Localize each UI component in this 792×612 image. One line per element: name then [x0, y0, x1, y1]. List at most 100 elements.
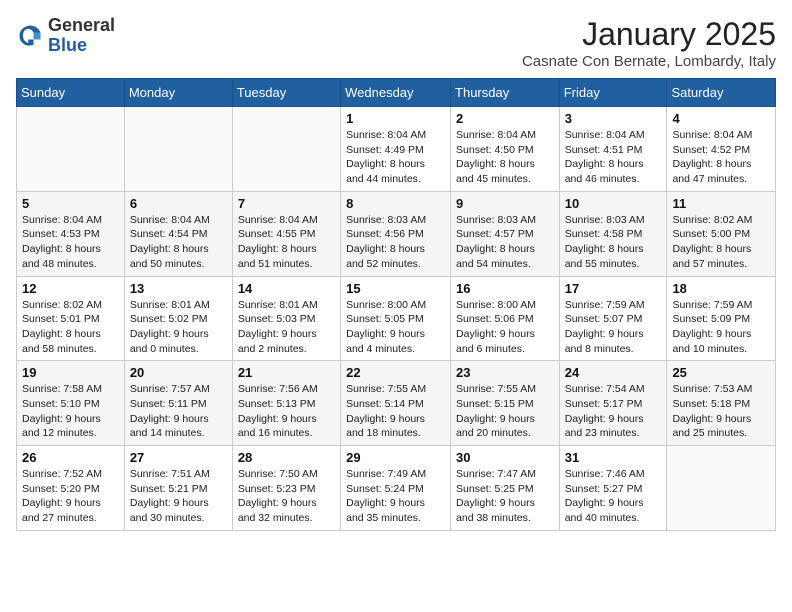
header-sunday: Sunday [17, 79, 125, 107]
day-number: 31 [565, 450, 662, 465]
header-thursday: Thursday [451, 79, 560, 107]
calendar-cell: 11Sunrise: 8:02 AM Sunset: 5:00 PM Dayli… [667, 191, 776, 276]
calendar-cell: 25 Sunrise: 7:53 AM Sunset: 5:18 PM Dayli… [667, 361, 776, 446]
calendar-cell: 10Sunrise: 8:03 AM Sunset: 4:58 PM Dayli… [559, 191, 667, 276]
day-number: 24 [565, 365, 662, 380]
day-info: Sunrise: 7:57 AM Sunset: 5:11 PM Dayligh… [130, 382, 227, 441]
page-header: General Blue January 2025 Casnate Con Be… [16, 16, 776, 70]
day-info: Sunrise: 7:49 AM Sunset: 5:24 PM Dayligh… [346, 467, 445, 526]
title-block: January 2025 Casnate Con Bernate, Lombar… [522, 16, 776, 70]
calendar-cell: 9Sunrise: 8:03 AM Sunset: 4:57 PM Daylig… [451, 191, 560, 276]
day-info: Sunrise: 7:53 AM Sunset: 5:18 PM Dayligh… [672, 382, 770, 441]
day-number: 27 [130, 450, 227, 465]
calendar-cell: 17Sunrise: 7:59 AM Sunset: 5:07 PM Dayli… [559, 276, 667, 361]
header-friday: Friday [559, 79, 667, 107]
day-info: Sunrise: 8:00 AM Sunset: 5:05 PM Dayligh… [346, 298, 445, 357]
header-tuesday: Tuesday [232, 79, 340, 107]
day-number: 2 [456, 111, 554, 126]
calendar-cell: 21 Sunrise: 7:56 AM Sunset: 5:13 PM Dayli… [232, 361, 340, 446]
day-info: Sunrise: 8:03 AM Sunset: 4:58 PM Dayligh… [565, 213, 662, 272]
calendar-cell: 31 Sunrise: 7:46 AM Sunset: 5:27 PM Dayli… [559, 446, 667, 531]
day-info: Sunrise: 7:58 AM Sunset: 5:10 PM Dayligh… [22, 382, 119, 441]
calendar-header: SundayMondayTuesdayWednesdayThursdayFrid… [17, 79, 776, 107]
calendar-cell: 23 Sunrise: 7:55 AM Sunset: 5:15 PM Dayli… [451, 361, 560, 446]
calendar-cell: 6Sunrise: 8:04 AM Sunset: 4:54 PM Daylig… [124, 191, 232, 276]
day-number: 7 [238, 196, 335, 211]
day-number: 16 [456, 281, 554, 296]
calendar-week-3: 12Sunrise: 8:02 AM Sunset: 5:01 PM Dayli… [17, 276, 776, 361]
day-number: 6 [130, 196, 227, 211]
calendar-week-2: 5 Sunrise: 8:04 AM Sunset: 4:53 PM Daylig… [17, 191, 776, 276]
calendar-week-1: 1 Sunrise: 8:04 AM Sunset: 4:49 PM Daylig… [17, 107, 776, 192]
calendar-cell: 2Sunrise: 8:04 AM Sunset: 4:50 PM Daylig… [451, 107, 560, 192]
day-number: 19 [22, 365, 119, 380]
day-number: 15 [346, 281, 445, 296]
day-number: 23 [456, 365, 554, 380]
calendar-table: SundayMondayTuesdayWednesdayThursdayFrid… [16, 78, 776, 531]
calendar-cell [124, 107, 232, 192]
calendar-cell: 27 Sunrise: 7:51 AM Sunset: 5:21 PM Dayli… [124, 446, 232, 531]
day-info: Sunrise: 8:04 AM Sunset: 4:52 PM Dayligh… [672, 128, 770, 187]
day-info: Sunrise: 8:03 AM Sunset: 4:56 PM Dayligh… [346, 213, 445, 272]
calendar-cell: 26 Sunrise: 7:52 AM Sunset: 5:20 PM Dayli… [17, 446, 125, 531]
day-info: Sunrise: 8:04 AM Sunset: 4:53 PM Dayligh… [22, 213, 119, 272]
day-info: Sunrise: 7:47 AM Sunset: 5:25 PM Dayligh… [456, 467, 554, 526]
day-number: 26 [22, 450, 119, 465]
day-info: Sunrise: 7:56 AM Sunset: 5:13 PM Dayligh… [238, 382, 335, 441]
day-number: 14 [238, 281, 335, 296]
calendar-cell: 29 Sunrise: 7:49 AM Sunset: 5:24 PM Dayli… [341, 446, 451, 531]
calendar-cell: 4Sunrise: 8:04 AM Sunset: 4:52 PM Daylig… [667, 107, 776, 192]
day-info: Sunrise: 7:51 AM Sunset: 5:21 PM Dayligh… [130, 467, 227, 526]
calendar-cell: 5 Sunrise: 8:04 AM Sunset: 4:53 PM Daylig… [17, 191, 125, 276]
day-number: 9 [456, 196, 554, 211]
day-info: Sunrise: 7:55 AM Sunset: 5:15 PM Dayligh… [456, 382, 554, 441]
day-number: 12 [22, 281, 119, 296]
calendar-title: January 2025 [522, 16, 776, 53]
calendar-cell: 14 Sunrise: 8:01 AM Sunset: 5:03 PM Dayli… [232, 276, 340, 361]
day-number: 21 [238, 365, 335, 380]
calendar-cell [667, 446, 776, 531]
day-info: Sunrise: 7:46 AM Sunset: 5:27 PM Dayligh… [565, 467, 662, 526]
day-number: 20 [130, 365, 227, 380]
day-info: Sunrise: 7:59 AM Sunset: 5:07 PM Dayligh… [565, 298, 662, 357]
day-number: 22 [346, 365, 445, 380]
day-info: Sunrise: 8:01 AM Sunset: 5:03 PM Dayligh… [238, 298, 335, 357]
day-info: Sunrise: 7:50 AM Sunset: 5:23 PM Dayligh… [238, 467, 335, 526]
calendar-week-5: 26 Sunrise: 7:52 AM Sunset: 5:20 PM Dayli… [17, 446, 776, 531]
day-info: Sunrise: 8:04 AM Sunset: 4:55 PM Dayligh… [238, 213, 335, 272]
calendar-cell [17, 107, 125, 192]
day-number: 28 [238, 450, 335, 465]
calendar-cell: 30 Sunrise: 7:47 AM Sunset: 5:25 PM Dayli… [451, 446, 560, 531]
calendar-cell: 16Sunrise: 8:00 AM Sunset: 5:06 PM Dayli… [451, 276, 560, 361]
day-number: 30 [456, 450, 554, 465]
logo-general-text: General [48, 15, 115, 35]
day-info: Sunrise: 7:54 AM Sunset: 5:17 PM Dayligh… [565, 382, 662, 441]
day-number: 25 [672, 365, 770, 380]
calendar-cell: 12Sunrise: 8:02 AM Sunset: 5:01 PM Dayli… [17, 276, 125, 361]
header-wednesday: Wednesday [341, 79, 451, 107]
day-number: 1 [346, 111, 445, 126]
calendar-cell: 19 Sunrise: 7:58 AM Sunset: 5:10 PM Dayli… [17, 361, 125, 446]
logo: General Blue [16, 16, 115, 56]
day-number: 8 [346, 196, 445, 211]
day-info: Sunrise: 8:01 AM Sunset: 5:02 PM Dayligh… [130, 298, 227, 357]
day-info: Sunrise: 8:04 AM Sunset: 4:49 PM Dayligh… [346, 128, 445, 187]
day-number: 29 [346, 450, 445, 465]
day-info: Sunrise: 7:52 AM Sunset: 5:20 PM Dayligh… [22, 467, 119, 526]
day-number: 18 [672, 281, 770, 296]
calendar-cell: 7 Sunrise: 8:04 AM Sunset: 4:55 PM Daylig… [232, 191, 340, 276]
calendar-cell: 8 Sunrise: 8:03 AM Sunset: 4:56 PM Daylig… [341, 191, 451, 276]
header-saturday: Saturday [667, 79, 776, 107]
calendar-cell: 18 Sunrise: 7:59 AM Sunset: 5:09 PM Dayli… [667, 276, 776, 361]
calendar-cell [232, 107, 340, 192]
calendar-cell: 28 Sunrise: 7:50 AM Sunset: 5:23 PM Dayli… [232, 446, 340, 531]
calendar-cell: 3Sunrise: 8:04 AM Sunset: 4:51 PM Daylig… [559, 107, 667, 192]
day-info: Sunrise: 7:59 AM Sunset: 5:09 PM Dayligh… [672, 298, 770, 357]
header-monday: Monday [124, 79, 232, 107]
logo-icon [16, 22, 44, 50]
day-number: 11 [672, 196, 770, 211]
day-number: 3 [565, 111, 662, 126]
calendar-cell: 15 Sunrise: 8:00 AM Sunset: 5:05 PM Dayli… [341, 276, 451, 361]
logo-blue-text: Blue [48, 35, 87, 55]
day-number: 5 [22, 196, 119, 211]
